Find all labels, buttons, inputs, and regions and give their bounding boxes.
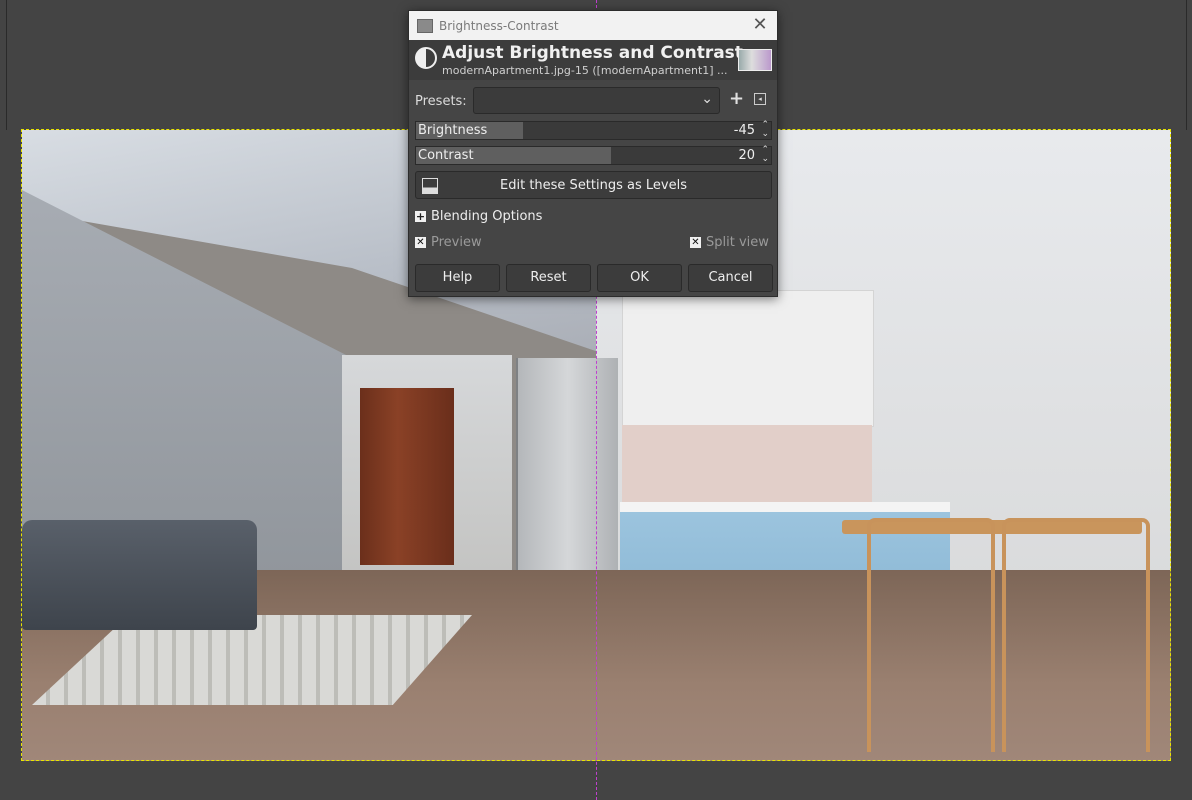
levels-row: Edit these Settings as Levels [415, 171, 772, 199]
brightness-slider[interactable]: Brightness -45 ⌃ ⌄ [415, 121, 772, 140]
cancel-button[interactable]: Cancel [688, 264, 773, 292]
gimp-app-icon [417, 18, 433, 33]
header-subtitle: modernApartment1.jpg-15 ([modernApartmen… [442, 64, 728, 77]
contrast-slider[interactable]: Contrast 20 ⌃ ⌄ [415, 146, 772, 165]
dialog-header: Adjust Brightness and Contrast modernApa… [409, 40, 777, 80]
blending-options-label: Blending Options [431, 209, 543, 224]
spin-arrows-icon[interactable]: ⌃ ⌄ [761, 121, 769, 139]
blending-options-expander[interactable]: + Blending Options [415, 209, 542, 224]
ok-button[interactable]: OK [597, 264, 682, 292]
contrast-label: Contrast [418, 148, 474, 163]
split-view-label: Split view [706, 235, 769, 250]
close-icon[interactable]: ✕ [751, 16, 769, 34]
preview-row: ✕ Preview ✕ Split view [415, 235, 771, 251]
button-row: Help Reset OK Cancel [415, 264, 773, 292]
dialog-titlebar[interactable]: Brightness-Contrast ✕ [409, 11, 777, 40]
contrast-row: Contrast 20 ⌃ ⌄ [415, 146, 772, 165]
brightness-label: Brightness [418, 123, 488, 138]
brightness-row: Brightness -45 ⌃ ⌄ [415, 121, 772, 140]
image-thumbnail [738, 49, 772, 71]
expand-icon: + [415, 210, 426, 223]
help-button[interactable]: Help [415, 264, 500, 292]
preview-label: Preview [431, 235, 482, 250]
header-title: Adjust Brightness and Contrast [442, 43, 743, 63]
menu-icon[interactable]: ◂ [754, 93, 766, 105]
canvas-edge [6, 0, 7, 130]
brightness-value[interactable]: -45 [734, 123, 755, 138]
canvas-edge [1186, 0, 1187, 130]
checkbox-checked-icon: ✕ [690, 237, 701, 248]
presets-row: Presets: ⌄ + ◂ [415, 87, 771, 115]
presets-label: Presets: [415, 94, 467, 109]
presets-dropdown[interactable]: ⌄ [473, 87, 720, 114]
preview-checkbox[interactable]: ✕ Preview [415, 235, 482, 250]
split-view-checkbox[interactable]: ✕ Split view [690, 235, 769, 250]
window-title: Brightness-Contrast [439, 18, 559, 33]
brightness-contrast-dialog: Brightness-Contrast ✕ Adjust Brightness … [408, 10, 778, 297]
spin-arrows-icon[interactable]: ⌃ ⌄ [761, 146, 769, 164]
plus-icon[interactable]: + [729, 88, 744, 109]
levels-button-label: Edit these Settings as Levels [500, 178, 687, 193]
reset-button[interactable]: Reset [506, 264, 591, 292]
blending-row: + Blending Options [415, 209, 771, 225]
contrast-value[interactable]: 20 [738, 148, 755, 163]
brightness-contrast-icon [415, 47, 437, 69]
checkbox-checked-icon: ✕ [415, 237, 426, 248]
chevron-down-icon: ⌄ [701, 91, 713, 107]
edit-as-levels-button[interactable]: Edit these Settings as Levels [415, 171, 772, 199]
